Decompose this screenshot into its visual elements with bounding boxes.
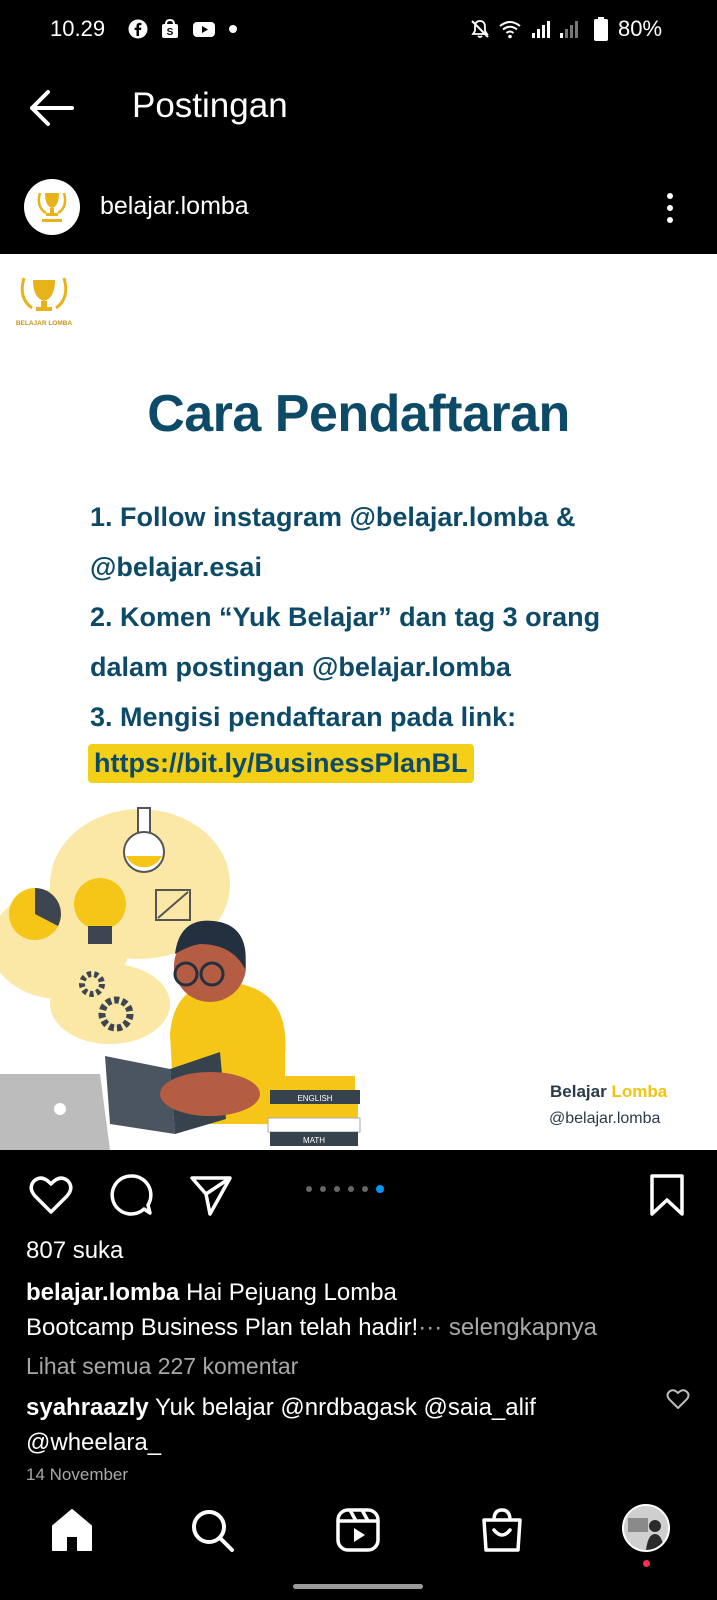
book-label: MATH bbox=[303, 1136, 325, 1145]
book-label: ENGLISH bbox=[297, 1094, 332, 1103]
like-heart-icon[interactable] bbox=[28, 1172, 74, 1218]
home-icon[interactable] bbox=[48, 1506, 96, 1554]
caption-text: Bootcamp Business Plan telah hadir! bbox=[26, 1314, 419, 1341]
like-count[interactable]: 807 suka bbox=[26, 1237, 123, 1265]
brand-name: Belajar Lomba bbox=[550, 1082, 667, 1102]
comment-username[interactable]: syahraazly bbox=[26, 1394, 149, 1421]
youtube-icon bbox=[193, 22, 215, 37]
comment-like-heart-icon[interactable] bbox=[666, 1387, 690, 1411]
card-line: 2. Komen “Yuk Belajar” dan tag 3 orang bbox=[90, 602, 601, 632]
student-illustration: ENGLISH MATH bbox=[0, 807, 361, 1150]
status-time: 10.29 bbox=[50, 16, 106, 41]
shopping-bag-icon: S bbox=[162, 19, 178, 38]
caption-more-link[interactable]: selengkapnya bbox=[449, 1314, 597, 1341]
carousel-dot bbox=[306, 1186, 312, 1192]
page-title: Postingan bbox=[132, 86, 288, 125]
share-send-icon[interactable] bbox=[188, 1172, 234, 1218]
card-line: 1. Follow instagram @belajar.lomba & bbox=[90, 502, 576, 532]
status-bar bbox=[0, 0, 717, 60]
post-author-avatar[interactable] bbox=[24, 179, 80, 235]
card-line: @belajar.esai bbox=[90, 552, 262, 582]
profile-avatar[interactable] bbox=[622, 1504, 670, 1552]
post-author-username[interactable]: belajar.lomba bbox=[100, 192, 249, 221]
mute-icon bbox=[471, 20, 489, 38]
shop-icon[interactable] bbox=[478, 1506, 526, 1554]
card-title: Cara Pendaftaran bbox=[147, 385, 570, 443]
back-arrow-icon[interactable] bbox=[28, 88, 74, 128]
carousel-dot bbox=[320, 1186, 326, 1192]
notification-dot bbox=[643, 1560, 650, 1567]
caption-text: Hai Pejuang Lomba bbox=[186, 1279, 397, 1306]
trophy-logo-icon: BELAJAR LOMBA bbox=[16, 277, 73, 327]
brand-handle: @belajar.lomba bbox=[549, 1110, 661, 1127]
search-icon[interactable] bbox=[188, 1506, 236, 1554]
dot-icon bbox=[229, 25, 237, 33]
reels-icon[interactable] bbox=[334, 1506, 382, 1554]
wifi-icon bbox=[499, 21, 521, 39]
signal-icon bbox=[560, 21, 578, 38]
brand-name-part: Belajar bbox=[550, 1082, 607, 1101]
battery-percent: 80% bbox=[618, 16, 663, 41]
carousel-dot bbox=[362, 1186, 368, 1192]
registration-link: https://bit.ly/BusinessPlanBL bbox=[88, 744, 474, 783]
post-caption: belajar.lomba Hai Pejuang Lomba Bootcamp… bbox=[26, 1275, 696, 1345]
facebook-icon bbox=[128, 19, 148, 39]
logo-text: BELAJAR LOMBA bbox=[16, 320, 73, 327]
card-line: 3. Mengisi pendaftaran pada link: bbox=[90, 702, 517, 732]
view-all-comments-link[interactable]: Lihat semua 227 komentar bbox=[26, 1353, 298, 1380]
battery-icon bbox=[594, 17, 608, 41]
comment-preview: syahraazly Yuk belajar @nrdbagask @saia_… bbox=[26, 1390, 646, 1460]
brand-name-part: Lomba bbox=[611, 1082, 668, 1101]
carousel-dot-active bbox=[376, 1185, 384, 1193]
post-image[interactable]: BELAJAR LOMBA Cara Pendaftaran 1. Follow… bbox=[0, 254, 717, 1150]
comment-icon[interactable] bbox=[108, 1172, 154, 1218]
trophy-logo-icon bbox=[25, 180, 79, 234]
save-bookmark-icon[interactable] bbox=[644, 1172, 690, 1218]
caption-username[interactable]: belajar.lomba bbox=[26, 1279, 179, 1306]
more-options-icon[interactable] bbox=[660, 188, 680, 228]
app-header bbox=[0, 60, 717, 170]
home-indicator[interactable] bbox=[293, 1584, 423, 1589]
svg-text:S: S bbox=[167, 27, 174, 38]
carousel-dot bbox=[348, 1186, 354, 1192]
caption-ellipsis: ··· bbox=[418, 1314, 443, 1341]
profile-photo bbox=[624, 1506, 668, 1550]
card-line: dalam postingan @belajar.lomba bbox=[90, 652, 511, 682]
signal-icon bbox=[532, 21, 550, 38]
post-date: 14 November bbox=[26, 1465, 129, 1484]
pie-chart-icon bbox=[9, 888, 61, 940]
carousel-dot bbox=[334, 1186, 340, 1192]
